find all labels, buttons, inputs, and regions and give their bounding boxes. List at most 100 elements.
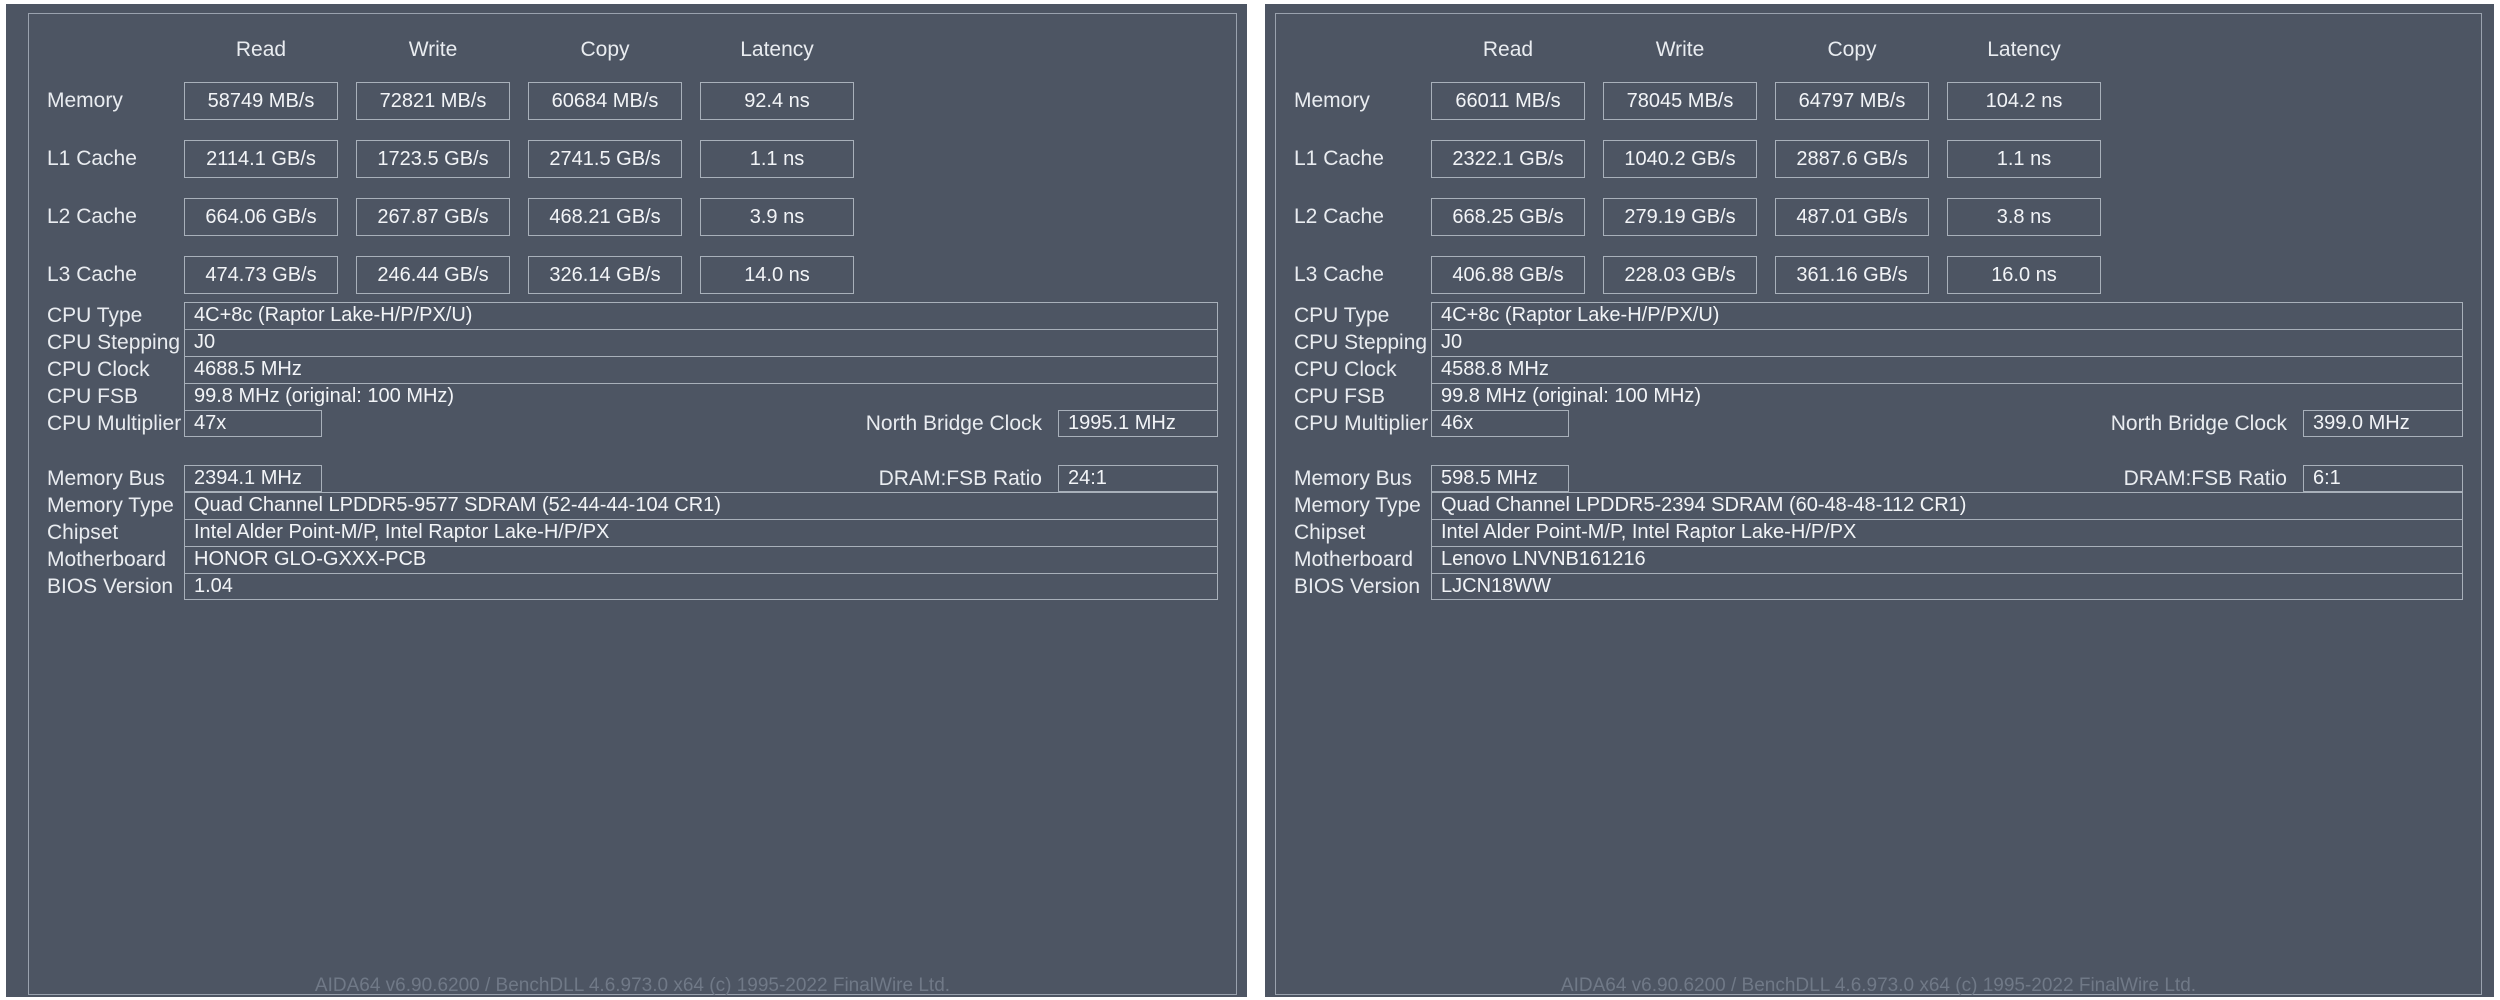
dram-fsb-ratio-label: DRAM:FSB Ratio — [2123, 467, 2287, 490]
cpu-clock-value[interactable]: 4688.5 MHz — [184, 356, 1218, 383]
memory-type-value[interactable]: Quad Channel LPDDR5-2394 SDRAM (60-48-48… — [1431, 492, 2463, 519]
bench-cell-memory-write[interactable]: 72821 MB/s — [356, 82, 510, 120]
bench-cell-l2-latency[interactable]: 3.9 ns — [700, 198, 854, 236]
cpu-stepping-label: CPU Stepping — [1294, 331, 1428, 354]
bench-cell-l2-write[interactable]: 267.87 GB/s — [356, 198, 510, 236]
motherboard-row: Motherboard HONOR GLO-GXXX-PCB — [29, 546, 1218, 573]
bench-cell-l3-copy[interactable]: 326.14 GB/s — [528, 256, 682, 294]
footer-credit-right: AIDA64 v6.90.6200 / BenchDLL 4.6.973.0 x… — [1560, 975, 2197, 996]
bench-cell-memory-read[interactable]: 58749 MB/s — [184, 82, 338, 120]
bench-cell-l1-write[interactable]: 1040.2 GB/s — [1603, 140, 1757, 178]
bench-cell-l3-read[interactable]: 474.73 GB/s — [184, 256, 338, 294]
cpu-info-block-right: CPU Type 4C+8c (Raptor Lake-H/P/PX/U) CP… — [1276, 302, 2481, 437]
benchmark-panel-right: Read Write Copy Latency Memory 66011 MB/… — [1265, 4, 2494, 997]
bench-row-l2: L2 Cache 664.06 GB/s 267.87 GB/s 468.21 … — [29, 188, 1236, 246]
cpu-fsb-value[interactable]: 99.8 MHz (original: 100 MHz) — [184, 383, 1218, 410]
motherboard-value[interactable]: Lenovo LNVNB161216 — [1431, 546, 2463, 573]
cpu-stepping-value[interactable]: J0 — [1431, 329, 2463, 356]
bench-row-l1: L1 Cache 2114.1 GB/s 1723.5 GB/s 2741.5 … — [29, 130, 1236, 188]
bios-version-value[interactable]: LJCN18WW — [1431, 573, 2463, 600]
bench-cell-memory-copy[interactable]: 60684 MB/s — [528, 82, 682, 120]
cpu-clock-row: CPU Clock 4588.8 MHz — [1276, 356, 2463, 383]
benchmark-panel-left: Read Write Copy Latency Memory 58749 MB/… — [6, 4, 1247, 997]
cpu-multiplier-row: CPU Multiplier 46x North Bridge Clock 39… — [1276, 410, 2463, 437]
bench-cell-l1-read[interactable]: 2322.1 GB/s — [1431, 140, 1585, 178]
bench-cell-l3-write[interactable]: 246.44 GB/s — [356, 256, 510, 294]
bench-cell-memory-read[interactable]: 66011 MB/s — [1431, 82, 1585, 120]
cpu-stepping-row: CPU Stepping J0 — [29, 329, 1218, 356]
chipset-value[interactable]: Intel Alder Point-M/P, Intel Raptor Lake… — [1431, 519, 2463, 546]
cpu-clock-row: CPU Clock 4688.5 MHz — [29, 356, 1218, 383]
screenshot-root: Read Write Copy Latency Memory 58749 MB/… — [0, 0, 2500, 1000]
bench-cell-l1-read[interactable]: 2114.1 GB/s — [184, 140, 338, 178]
memory-type-row: Memory Type Quad Channel LPDDR5-9577 SDR… — [29, 492, 1218, 519]
bench-cell-l2-latency[interactable]: 3.8 ns — [1947, 198, 2101, 236]
bench-header-row-right: Read Write Copy Latency — [1276, 28, 2481, 72]
bench-cell-l1-latency[interactable]: 1.1 ns — [1947, 140, 2101, 178]
memory-bus-label: Memory Bus — [47, 467, 165, 490]
bench-cell-l1-copy[interactable]: 2741.5 GB/s — [528, 140, 682, 178]
bios-version-row: BIOS Version LJCN18WW — [1276, 573, 2463, 600]
bench-cell-l2-copy[interactable]: 468.21 GB/s — [528, 198, 682, 236]
cpu-stepping-label: CPU Stepping — [47, 331, 181, 354]
bench-cell-l3-copy[interactable]: 361.16 GB/s — [1775, 256, 1929, 294]
bench-cell-l2-write[interactable]: 279.19 GB/s — [1603, 198, 1757, 236]
memory-type-value[interactable]: Quad Channel LPDDR5-9577 SDRAM (52-44-44… — [184, 492, 1218, 519]
bench-cell-l2-copy[interactable]: 487.01 GB/s — [1775, 198, 1929, 236]
bench-cell-l2-read[interactable]: 664.06 GB/s — [184, 198, 338, 236]
panel-inner-border-left: Read Write Copy Latency Memory 58749 MB/… — [28, 13, 1237, 996]
memory-type-row: Memory Type Quad Channel LPDDR5-2394 SDR… — [1276, 492, 2463, 519]
bench-cell-l3-write[interactable]: 228.03 GB/s — [1603, 256, 1757, 294]
cpu-clock-value[interactable]: 4588.8 MHz — [1431, 356, 2463, 383]
bench-cell-memory-latency[interactable]: 92.4 ns — [700, 82, 854, 120]
cpu-fsb-row: CPU FSB 99.8 MHz (original: 100 MHz) — [29, 383, 1218, 410]
bench-header-row-left: Read Write Copy Latency — [29, 28, 1236, 72]
bench-row-memory: Memory 58749 MB/s 72821 MB/s 60684 MB/s … — [29, 72, 1236, 130]
cpu-stepping-value[interactable]: J0 — [184, 329, 1218, 356]
cpu-type-value[interactable]: 4C+8c (Raptor Lake-H/P/PX/U) — [1431, 302, 2463, 329]
north-bridge-clock-value[interactable]: 399.0 MHz — [2303, 410, 2463, 437]
dram-fsb-ratio-value[interactable]: 6:1 — [2303, 465, 2463, 492]
bench-cell-memory-copy[interactable]: 64797 MB/s — [1775, 82, 1929, 120]
bios-version-value[interactable]: 1.04 — [184, 573, 1218, 600]
memory-bus-row: Memory Bus 2394.1 MHz DRAM:FSB Ratio 24:… — [29, 465, 1218, 492]
panel-content-right: Read Write Copy Latency Memory 66011 MB/… — [1276, 14, 2481, 996]
memory-bus-row: Memory Bus 598.5 MHz DRAM:FSB Ratio 6:1 — [1276, 465, 2463, 492]
bench-row-label-l3: L3 Cache — [47, 263, 137, 286]
memory-info-block-left: Memory Bus 2394.1 MHz DRAM:FSB Ratio 24:… — [29, 465, 1236, 600]
north-bridge-clock-value[interactable]: 1995.1 MHz — [1058, 410, 1218, 437]
cpu-multiplier-value[interactable]: 47x — [184, 410, 322, 437]
bench-cell-l3-latency[interactable]: 16.0 ns — [1947, 256, 2101, 294]
cpu-fsb-value[interactable]: 99.8 MHz (original: 100 MHz) — [1431, 383, 2463, 410]
memory-bus-value[interactable]: 2394.1 MHz — [184, 465, 322, 492]
bench-cell-memory-latency[interactable]: 104.2 ns — [1947, 82, 2101, 120]
cpu-type-value[interactable]: 4C+8c (Raptor Lake-H/P/PX/U) — [184, 302, 1218, 329]
bench-row-l1: L1 Cache 2322.1 GB/s 1040.2 GB/s 2887.6 … — [1276, 130, 2481, 188]
column-header-copy: Copy — [1827, 38, 1877, 61]
bench-grid-right: Read Write Copy Latency Memory 66011 MB/… — [1276, 28, 2481, 304]
cpu-fsb-label: CPU FSB — [47, 385, 139, 408]
bench-row-l3: L3 Cache 406.88 GB/s 228.03 GB/s 361.16 … — [1276, 246, 2481, 304]
chipset-value[interactable]: Intel Alder Point-M/P, Intel Raptor Lake… — [184, 519, 1218, 546]
column-header-latency: Latency — [740, 38, 814, 61]
bench-cell-l3-latency[interactable]: 14.0 ns — [700, 256, 854, 294]
cpu-type-label: CPU Type — [47, 304, 143, 327]
bench-cell-l1-latency[interactable]: 1.1 ns — [700, 140, 854, 178]
memory-type-label: Memory Type — [1294, 494, 1421, 517]
bench-cell-l1-copy[interactable]: 2887.6 GB/s — [1775, 140, 1929, 178]
bench-cell-l3-read[interactable]: 406.88 GB/s — [1431, 256, 1585, 294]
motherboard-value[interactable]: HONOR GLO-GXXX-PCB — [184, 546, 1218, 573]
memory-bus-value[interactable]: 598.5 MHz — [1431, 465, 1569, 492]
cpu-multiplier-label: CPU Multiplier — [47, 412, 182, 435]
bench-row-label-l3: L3 Cache — [1294, 263, 1384, 286]
cpu-multiplier-value[interactable]: 46x — [1431, 410, 1569, 437]
column-header-read: Read — [1482, 38, 1534, 61]
column-header-read: Read — [235, 38, 287, 61]
dram-fsb-ratio-label: DRAM:FSB Ratio — [878, 467, 1042, 490]
bios-version-label: BIOS Version — [1294, 575, 1421, 598]
bench-cell-l2-read[interactable]: 668.25 GB/s — [1431, 198, 1585, 236]
bench-cell-l1-write[interactable]: 1723.5 GB/s — [356, 140, 510, 178]
dram-fsb-ratio-value[interactable]: 24:1 — [1058, 465, 1218, 492]
bench-cell-memory-write[interactable]: 78045 MB/s — [1603, 82, 1757, 120]
cpu-type-row: CPU Type 4C+8c (Raptor Lake-H/P/PX/U) — [1276, 302, 2463, 329]
